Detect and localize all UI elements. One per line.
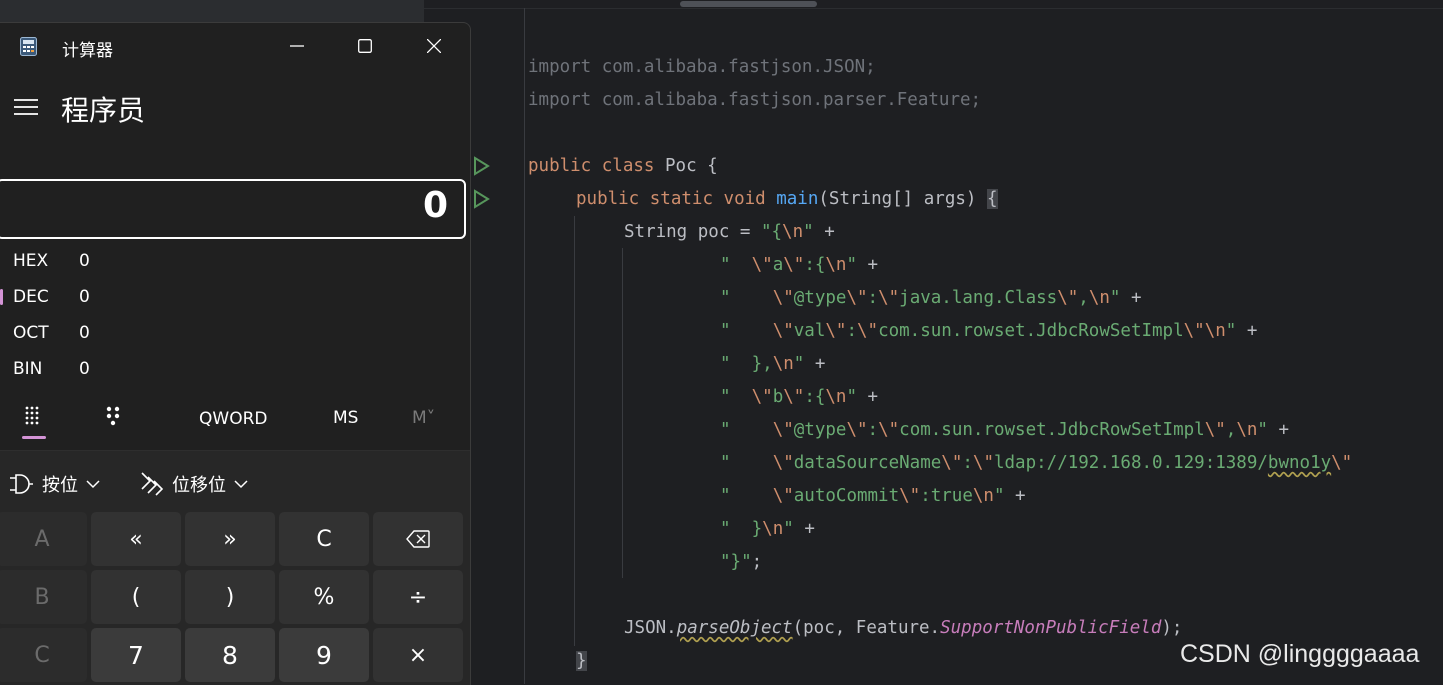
close-button[interactable] (411, 31, 457, 61)
maximize-icon (358, 39, 372, 53)
gutter-divider (524, 8, 525, 684)
radix-value: 0 (79, 359, 90, 379)
minimize-button[interactable] (274, 31, 320, 61)
calculator-app-icon (20, 37, 37, 56)
code-line-poc-6: " \"b\":{\n" + (720, 387, 879, 407)
memory-store-button[interactable]: MS (333, 408, 358, 428)
chevron-down-icon (86, 480, 100, 489)
code-line-poc-8: " \"dataSourceName\":\"ldap://192.168.0.… (720, 453, 1353, 473)
selected-radix-indicator (0, 289, 3, 305)
background-window-edge (0, 0, 424, 22)
radix-label: DEC (13, 287, 49, 307)
key-percent[interactable]: % (279, 570, 369, 624)
code-area[interactable]: import com.alibaba.fastjson.JSON; import… (528, 0, 1443, 684)
bitwise-dropdown[interactable]: 按位 (8, 471, 100, 497)
code-line-poc-7: " \"@type\":\"com.sun.rowset.JdbcRowSetI… (720, 420, 1290, 440)
code-line-poc-2: " \"a\":{\n" + (720, 255, 879, 275)
chevron-down-icon (234, 480, 248, 489)
word-size-button[interactable]: QWORD (199, 409, 267, 429)
memory-list-button[interactable]: M˅ (412, 408, 435, 428)
close-icon (427, 39, 441, 53)
code-line-close: } (576, 651, 587, 671)
calculator-mode-title: 程序员 (61, 94, 146, 127)
code-line-class: public class Poc { (528, 156, 718, 176)
radix-value: 0 (79, 287, 90, 307)
bitwise-gate-icon (10, 474, 33, 494)
code-line-poc-9: " \"autoCommit\":true\n" + (720, 486, 1026, 506)
bitshift-label: 位移位 (172, 475, 226, 496)
key-multiply[interactable]: × (373, 628, 463, 682)
code-line-poc-1: String poc = "{\n" + (624, 222, 835, 242)
key-backspace[interactable] (373, 512, 463, 566)
key-rshift[interactable]: » (185, 512, 275, 566)
indent-guide (574, 216, 575, 646)
window-title: 计算器 (62, 41, 113, 61)
code-line-poc-11: "}"; (720, 552, 763, 572)
bitshift-icon (141, 472, 164, 496)
full-keypad-icon[interactable] (24, 405, 46, 427)
radix-label: BIN (13, 359, 43, 379)
key-7[interactable]: 7 (91, 628, 181, 682)
key-a[interactable]: A (0, 512, 87, 566)
minimize-icon (290, 45, 304, 47)
run-main-icon[interactable] (472, 189, 490, 209)
key-open-paren[interactable]: ( (91, 570, 181, 624)
code-line-import-feature: import com.alibaba.fastjson.parser.Featu… (528, 90, 982, 110)
code-line-main: public static void main(String[] args) { (576, 189, 998, 209)
memory-toolbar: QWORD MS M˅ (0, 395, 470, 445)
key-9[interactable]: 9 (279, 628, 369, 682)
radix-value: 0 (79, 323, 90, 343)
radix-value: 0 (79, 251, 90, 271)
display-value: 0 (422, 185, 448, 226)
key-clear[interactable]: C (279, 512, 369, 566)
code-line-poc-3: " \"@type\":\"java.lang.Class\",\n" + (720, 288, 1142, 308)
radix-label: OCT (13, 323, 49, 343)
result-display[interactable]: 0 (0, 179, 466, 239)
key-b[interactable]: B (0, 570, 87, 624)
code-line-poc-5: " },\n" + (720, 354, 826, 374)
indent-guide (622, 248, 623, 578)
bit-toggle-keypad-icon[interactable] (104, 405, 124, 427)
watermark: CSDN @linggggaaaa (1180, 640, 1420, 668)
key-8[interactable]: 8 (185, 628, 275, 682)
code-line-import-json: import com.alibaba.fastjson.JSON; (528, 57, 876, 77)
bitshift-dropdown[interactable]: 位移位 (140, 471, 248, 497)
bitwise-label: 按位 (42, 475, 78, 496)
key-c[interactable]: C (0, 628, 87, 682)
code-line-parse: JSON.parseObject(poc, Feature.SupportNon… (624, 618, 1183, 638)
code-line-poc-10: " }\n" + (720, 519, 815, 539)
hamburger-menu-icon[interactable] (14, 97, 38, 117)
key-lshift[interactable]: « (91, 512, 181, 566)
calculator-window: 计算器 程序员 0 HEX 0 DEC 0 OCT 0 BIN 0 QWORD … (0, 22, 471, 685)
maximize-button[interactable] (342, 31, 388, 61)
run-class-icon[interactable] (472, 156, 490, 176)
radix-label: HEX (13, 251, 49, 271)
code-line-poc-4: " \"val\":\"com.sun.rowset.JdbcRowSetImp… (720, 321, 1258, 341)
backspace-icon (406, 530, 430, 548)
key-close-paren[interactable]: ) (185, 570, 275, 624)
active-tab-indicator (22, 436, 46, 439)
key-divide[interactable]: ÷ (373, 570, 463, 624)
